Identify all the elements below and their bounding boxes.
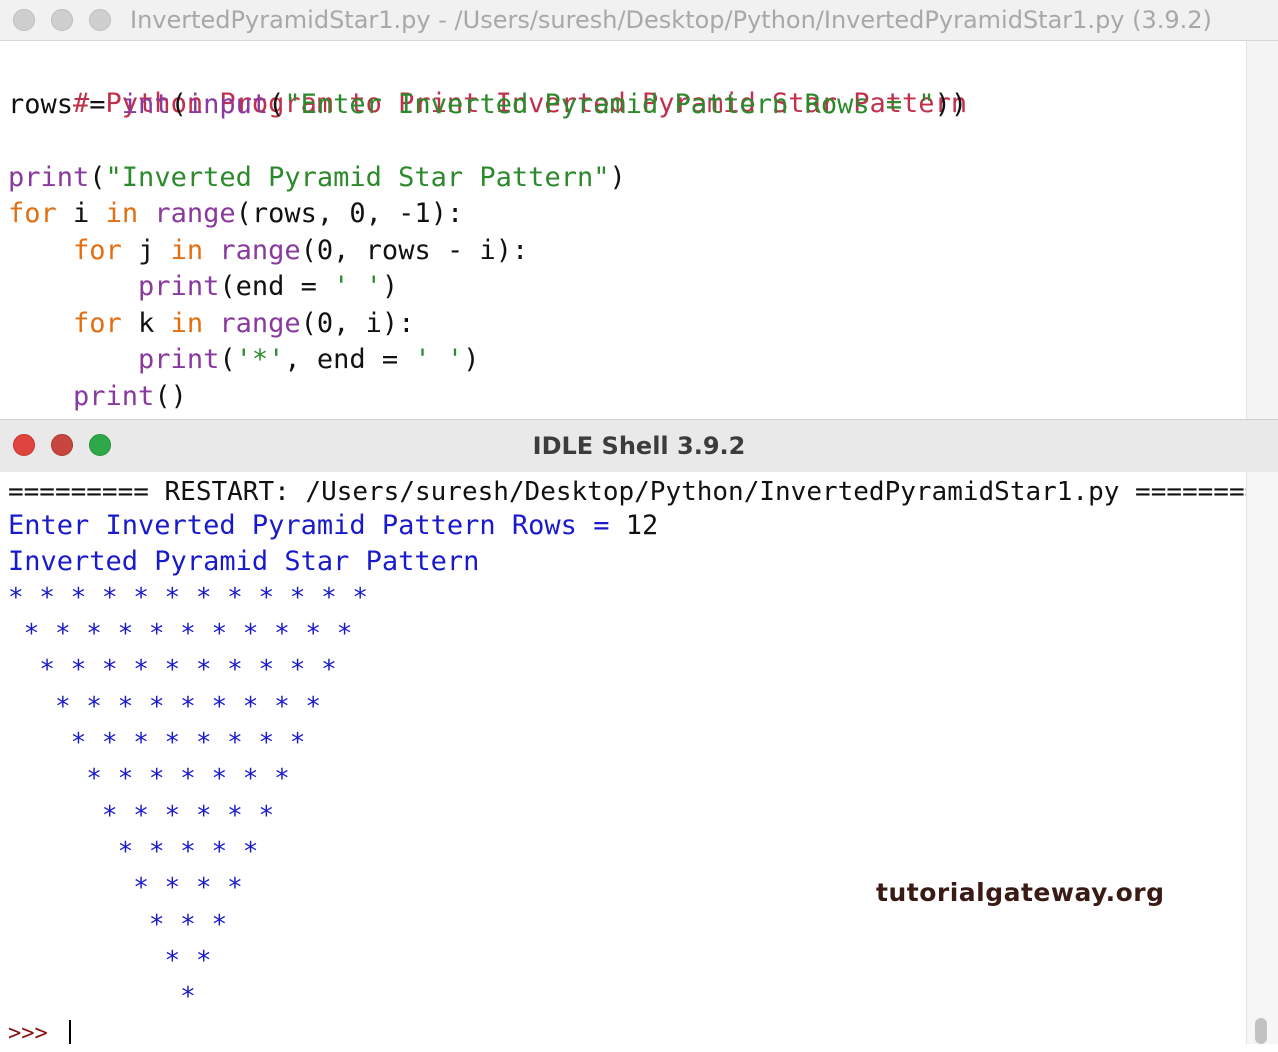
star-row: * * * * * * * * [8, 728, 322, 758]
star-row: * * * * * * * * * * * * [8, 583, 384, 613]
close-window-button[interactable] [13, 9, 35, 31]
shell-scrollbar[interactable] [1246, 472, 1278, 1044]
code-token: (0, rows - i): [300, 235, 529, 266]
code-string: "Enter Inverted Pyramid Pattern Rows = " [284, 89, 935, 120]
star-row: * * * [8, 910, 243, 940]
code-token: int [121, 89, 171, 120]
code-token: , end = [284, 344, 415, 375]
watermark: tutorialgateway.org [876, 878, 1165, 907]
text-cursor [69, 1020, 71, 1044]
code-token: (0, i): [300, 308, 415, 339]
code-token: ( [89, 162, 106, 193]
code-token: k [121, 308, 171, 339]
code-token: ) [609, 162, 626, 193]
scrollbar-thumb[interactable] [1255, 1018, 1267, 1044]
code-editor[interactable]: # Python Program to Print Inverted Pyram… [0, 41, 1246, 419]
input-prompt-line: Enter Inverted Pyramid Pattern Rows = 12 [8, 508, 658, 544]
star-row: * * * * * [8, 837, 275, 867]
code-token: print [138, 344, 220, 375]
shell-window-title: IDLE Shell 3.9.2 [532, 432, 746, 460]
code-line-5[interactable]: for i in range(rows, 0, -1): [8, 196, 463, 232]
code-keyword: in [170, 308, 204, 339]
code-string: ' ' [333, 271, 382, 302]
code-keyword: in [170, 235, 204, 266]
code-token: range [154, 198, 236, 229]
code-token: )) [934, 89, 968, 120]
code-line-2[interactable]: rows = int(input("Enter Inverted Pyramid… [8, 87, 967, 123]
code-string: ' ' [414, 344, 464, 375]
editor-window-title: InvertedPyramidStar1.py - /Users/suresh/… [130, 6, 1212, 34]
code-token: (rows, 0, -1): [235, 198, 464, 229]
restart-line: ========= RESTART: /Users/suresh/Desktop… [8, 477, 1261, 507]
star-row: * * * * [8, 873, 259, 903]
star-row: * * * * * * * * * * * [8, 619, 369, 649]
code-token: ) [463, 344, 480, 375]
code-token: ) [381, 271, 399, 302]
editor-titlebar: InvertedPyramidStar1.py - /Users/suresh/… [0, 0, 1278, 41]
shell-titlebar: IDLE Shell 3.9.2 [0, 419, 1278, 473]
code-keyword: in [105, 198, 139, 229]
code-token: (end = [219, 271, 334, 302]
code-token: input [186, 89, 269, 120]
code-token: print [8, 162, 90, 193]
code-line-6[interactable]: for j in range(0, rows - i): [8, 233, 528, 269]
code-line-4[interactable]: print("Inverted Pyramid Star Pattern") [8, 160, 626, 196]
code-token: print [138, 271, 220, 302]
code-token: () [154, 381, 187, 412]
code-keyword: for [73, 308, 122, 339]
star-row: * * * * * * * * * * [8, 655, 353, 685]
code-token: print [73, 381, 155, 412]
star-row: * * * * * * * [8, 764, 306, 794]
code-line-10[interactable]: print() [8, 379, 187, 415]
editor-scrollbar[interactable] [1246, 41, 1278, 419]
code-token: ( [268, 89, 285, 120]
star-row: * * * * * * [8, 801, 290, 831]
zoom-window-button[interactable] [89, 9, 111, 31]
star-row: * * [8, 946, 228, 976]
code-token: i [56, 198, 106, 229]
star-row: * [8, 982, 212, 1012]
code-token: j [121, 235, 171, 266]
code-token: range [219, 235, 301, 266]
input-value: 12 [625, 510, 659, 541]
code-token: ( [219, 344, 236, 375]
code-line-1[interactable]: # Python Program to Print Inverted Pyram… [8, 50, 967, 119]
code-token: range [219, 308, 301, 339]
code-line-9[interactable]: print('*', end = ' ') [8, 342, 479, 378]
code-string: '*' [235, 344, 285, 375]
star-row: * * * * * * * * * [8, 692, 337, 722]
shell-output[interactable]: ========= RESTART: /Users/suresh/Desktop… [0, 472, 1260, 1046]
output-heading: Inverted Pyramid Star Pattern [8, 546, 480, 577]
minimize-window-button[interactable] [51, 9, 73, 31]
input-prompt-text: Enter Inverted Pyramid Pattern Rows = [8, 510, 626, 541]
code-keyword: for [8, 198, 57, 229]
code-line-7[interactable]: print(end = ' ') [8, 269, 398, 305]
code-string: "Inverted Pyramid Star Pattern" [105, 162, 610, 193]
code-token: rows = [8, 89, 122, 120]
code-line-8[interactable]: for k in range(0, i): [8, 306, 414, 342]
code-keyword: for [73, 235, 122, 266]
shell-prompt: >>> [8, 1021, 61, 1046]
code-token: ( [170, 89, 187, 120]
